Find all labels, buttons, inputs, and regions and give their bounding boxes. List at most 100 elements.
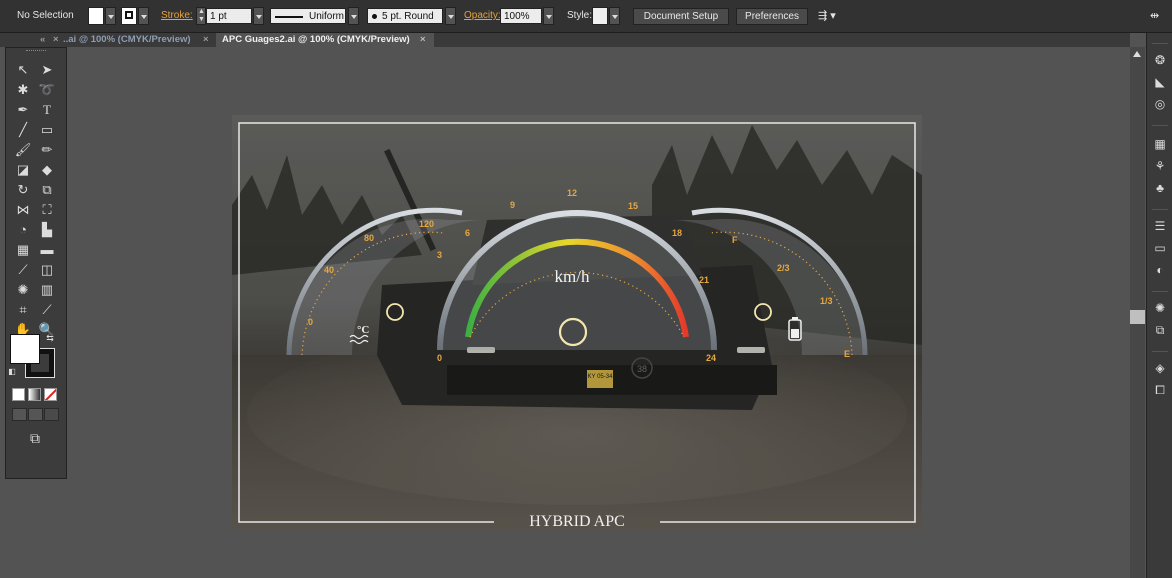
slice-tool-icon[interactable]: ⟋	[36, 300, 58, 320]
swatches-icon[interactable]: ◣	[1150, 73, 1170, 91]
scroll-thumb[interactable]	[1130, 310, 1145, 324]
graphic-style-panel-icon[interactable]: ⧉	[1150, 321, 1170, 339]
tab-previous-close[interactable]: ×	[53, 33, 59, 47]
line-tool-icon[interactable]: ╱	[12, 120, 34, 140]
transparency-icon[interactable]: ◐	[1150, 261, 1170, 279]
tab-active-close-button[interactable]: ×	[420, 33, 426, 47]
type-tool-icon[interactable]: T	[36, 100, 58, 120]
variable-width-profile[interactable]: Uniform	[270, 8, 346, 24]
stroke-dropdown[interactable]	[138, 7, 149, 25]
layers-icon[interactable]: ◈	[1150, 359, 1170, 377]
fill-dropdown[interactable]	[105, 7, 116, 25]
brush-dropdown[interactable]	[445, 7, 456, 25]
document-tab-bar: « × ..ai @ 100% (CMYK/Preview) × APC Gua…	[0, 33, 1130, 47]
screen-mode-icon[interactable]: ⧉	[24, 428, 46, 448]
stroke-panel-icon[interactable]: ☰	[1150, 217, 1170, 235]
control-bar: No Selection Stroke: ▲ ▼ 1 pt Uniform 5 …	[0, 0, 1172, 33]
color-guide-icon[interactable]: ❂	[1150, 51, 1170, 69]
tab-active-document[interactable]: APC Guages2.ai @ 100% (CMYK/Preview) ×	[216, 33, 434, 47]
gradient-tool-icon[interactable]: ▬	[36, 240, 58, 260]
rectangle-tool-icon[interactable]: ▭	[36, 120, 58, 140]
appearance-icon[interactable]: ✺	[1150, 299, 1170, 317]
lasso-tool-icon[interactable]: ➰	[36, 80, 58, 100]
temp-tick-120: 120	[419, 219, 434, 229]
default-colors-icon[interactable]: ◧	[6, 366, 18, 378]
magic-wand-tool-icon[interactable]: ✱	[12, 80, 34, 100]
fill-color-front[interactable]	[10, 334, 40, 364]
tab-active-label: APC Guages2.ai @ 100% (CMYK/Preview)	[222, 34, 410, 45]
tab-previous-close-button[interactable]: ×	[203, 33, 209, 47]
draw-behind-icon[interactable]	[28, 408, 43, 421]
arrange-documents-icon[interactable]: ⇶ ▾	[818, 7, 836, 25]
style-dropdown[interactable]	[609, 7, 620, 25]
direct-selection-tool-icon[interactable]: ➤	[36, 60, 58, 80]
artboards-icon[interactable]: ⧠	[1150, 381, 1170, 399]
brushes-icon[interactable]: ⚘	[1150, 157, 1170, 175]
mesh-tool-icon[interactable]: ▦	[12, 240, 34, 260]
perspective-grid-tool-icon[interactable]: ▙	[36, 220, 58, 240]
speed-tick-6: 6	[465, 228, 470, 238]
symbol-sprayer-tool-icon[interactable]: ✺	[12, 280, 34, 300]
fill-swatch[interactable]	[88, 7, 104, 25]
tab-previous-document[interactable]: ..ai @ 100% (CMYK/Preview)	[63, 33, 191, 47]
fuel-tick-two-thirds: 2/3	[777, 263, 790, 273]
stroke-label[interactable]: Stroke:	[161, 7, 193, 25]
rotate-tool-icon[interactable]: ↻	[12, 180, 34, 200]
width-tool-icon[interactable]: ⋈	[12, 200, 34, 220]
gradient-mode-icon[interactable]	[28, 388, 41, 401]
stroke-stepper[interactable]: ▲ ▼	[196, 7, 206, 25]
paintbrush-tool-icon[interactable]: 🖌	[12, 140, 34, 160]
opacity-dropdown[interactable]	[543, 7, 554, 25]
stroke-swatch[interactable]	[121, 7, 137, 25]
brush-label: 5 pt. Round	[382, 11, 434, 22]
artboard-tool-icon[interactable]: ⌗	[12, 300, 34, 320]
speed-tick-3: 3	[437, 250, 442, 260]
temp-tick-0: 0	[308, 317, 313, 327]
swap-colors-icon[interactable]: ⇆	[44, 332, 56, 344]
preferences-button[interactable]: Preferences	[736, 8, 808, 25]
style-swatch[interactable]	[592, 7, 608, 25]
gradient-panel-icon[interactable]: ▭	[1150, 239, 1170, 257]
speed-tick-21: 21	[699, 275, 709, 285]
pencil-tool-icon[interactable]: ✏	[36, 140, 58, 160]
graphic-styles-icon[interactable]: ▦	[1150, 135, 1170, 153]
stroke-weight-field[interactable]: 1 pt	[206, 8, 252, 24]
shape-builder-tool-icon[interactable]: ◔	[12, 220, 34, 240]
vertical-scrollbar[interactable]	[1130, 47, 1145, 578]
column-graph-tool-icon[interactable]: ▥	[36, 280, 58, 300]
panel-grip[interactable]	[26, 50, 46, 53]
speed-tick-24: 24	[706, 353, 716, 363]
brush-definition[interactable]: 5 pt. Round	[367, 8, 443, 24]
symbols-club-icon[interactable]: ♣	[1150, 179, 1170, 197]
none-mode-icon[interactable]	[44, 388, 57, 401]
temp-unit-label: °C	[357, 324, 369, 336]
scroll-up-icon[interactable]	[1133, 51, 1141, 57]
tab-scroll-arrows-icon[interactable]: «	[40, 33, 45, 47]
panel-menu-icon[interactable]: ⇹	[1150, 7, 1159, 25]
symbols-icon[interactable]: ◎	[1150, 95, 1170, 113]
color-mode-icon[interactable]	[12, 388, 25, 401]
selection-tool-icon[interactable]: ↖	[12, 60, 34, 80]
free-transform-tool-icon[interactable]: ⛶	[36, 200, 58, 220]
blob-brush-tool-icon[interactable]: ◪	[12, 160, 34, 180]
pen-tool-icon[interactable]: ✒	[12, 100, 34, 120]
opacity-field[interactable]: 100%	[500, 8, 542, 24]
scale-tool-icon[interactable]: ⧉	[36, 180, 58, 200]
document-setup-button[interactable]: Document Setup	[633, 8, 729, 25]
temp-tick-40: 40	[324, 265, 334, 275]
profile-dropdown[interactable]	[348, 7, 359, 25]
blend-tool-icon[interactable]: ◫	[36, 260, 58, 280]
draw-normal-icon[interactable]	[12, 408, 27, 421]
speed-unit-label: km/h	[555, 267, 590, 286]
stroke-weight-dropdown[interactable]	[253, 7, 264, 25]
eyedropper-tool-icon[interactable]: ⟋	[12, 260, 34, 280]
artwork-title: HYBRID APC	[529, 513, 625, 530]
artboard[interactable]: KY 05-34 38 HYBRID APC 0 40 80 120 °C F …	[232, 115, 922, 530]
speed-tick-9: 9	[510, 200, 515, 210]
eraser-tool-icon[interactable]: ◆	[36, 160, 58, 180]
speed-tick-18: 18	[672, 228, 682, 238]
draw-inside-icon[interactable]	[44, 408, 59, 421]
style-label: Style:	[567, 10, 593, 21]
opacity-label[interactable]: Opacity:	[464, 7, 501, 25]
fuel-tick-full: F	[732, 235, 738, 245]
